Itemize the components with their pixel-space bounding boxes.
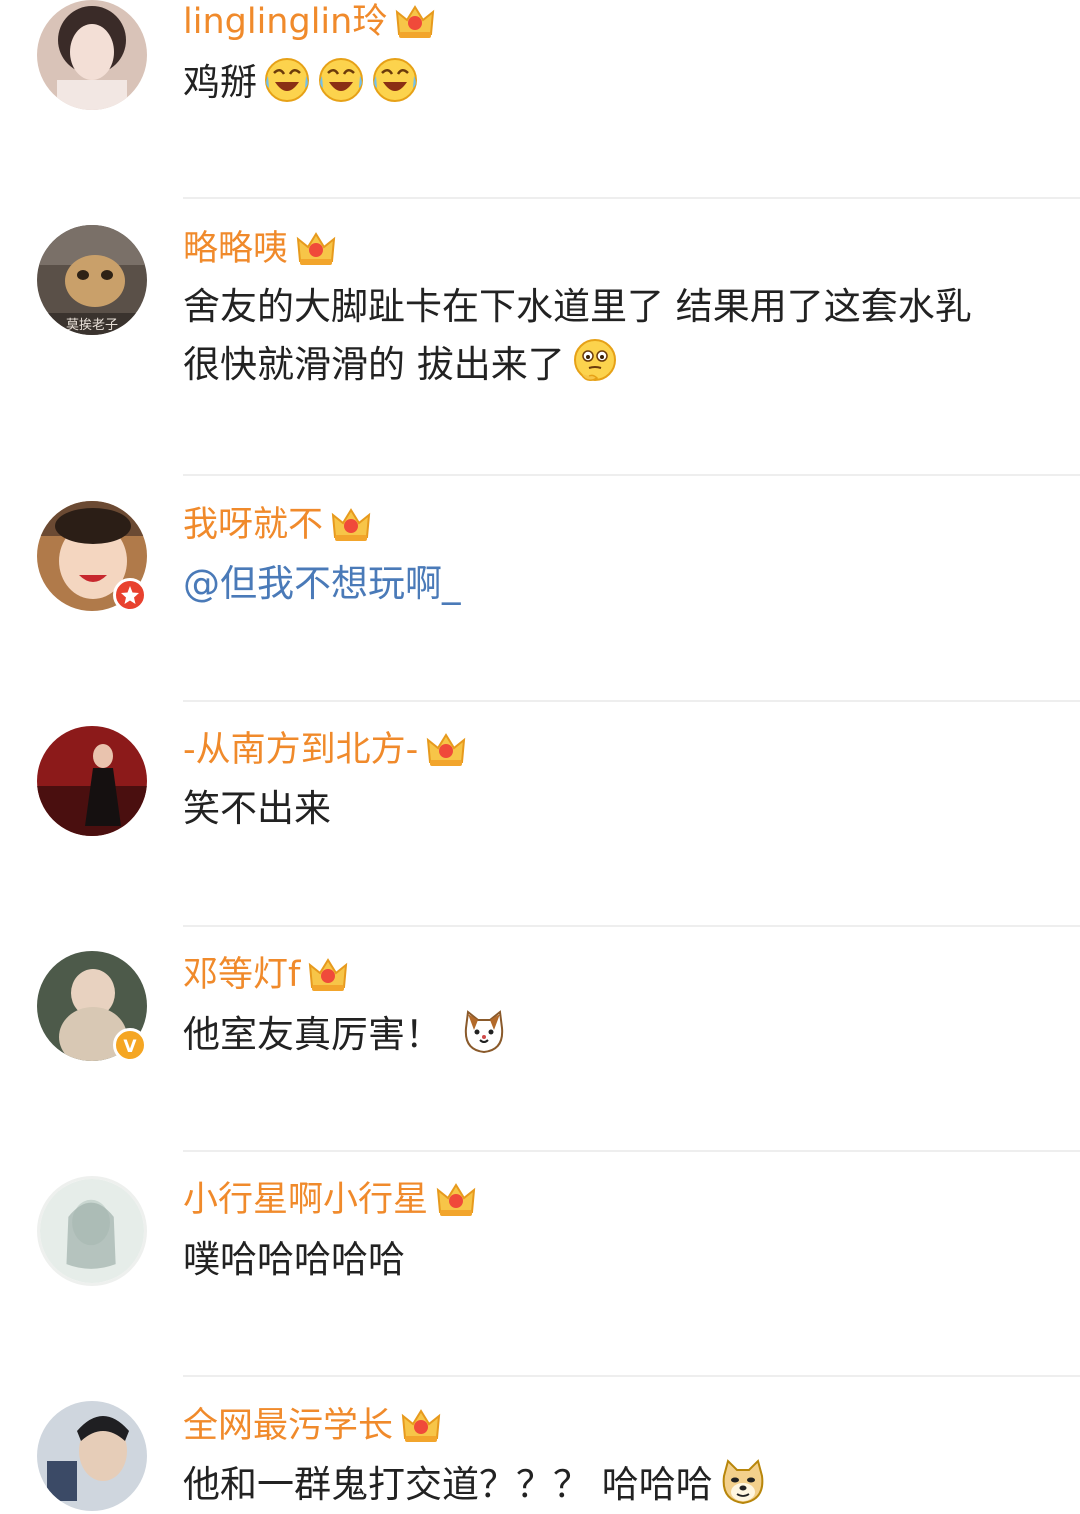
username[interactable]: 我呀就不 [183,503,371,547]
username-text[interactable]: linglinglin玲 [183,0,387,44]
comment-text-content: 他室友真厉害！ [183,1013,442,1056]
comment-text: 很快就滑滑的 拔出来了 [183,336,619,394]
comment-text: 鸡掰 [183,54,419,112]
comment-text: 笑不出来 [183,780,331,838]
divider [183,1150,1080,1152]
avatar-caption: 莫挨老子 [66,318,118,333]
vip-crown-icon [296,231,336,267]
comment-text: 他室友真厉害！ [183,1006,508,1064]
vip-crown-icon [395,4,435,40]
comment-text-content: 他和一群鬼打交道？？？ 哈哈哈 [183,1463,713,1506]
thinking-emoji-icon [571,338,619,386]
divider [183,700,1080,702]
username[interactable]: 邓等灯f [183,953,348,997]
comment-text-content: 鸡掰 [183,61,257,104]
vip-crown-icon [401,1408,441,1444]
avatar[interactable] [37,1401,147,1511]
verified-v-badge-icon: V [113,1028,147,1062]
username[interactable]: 小行星啊小行星 [183,1178,476,1222]
divider [183,925,1080,927]
username-text[interactable]: 略略咦 [183,227,288,271]
divider [183,1375,1080,1377]
laugh-cry-emoji-icon [263,56,311,104]
avatar[interactable]: 莫挨老子 [37,225,147,335]
vip-crown-icon [426,732,466,768]
comment-feed: linglinglin玲 鸡掰 莫挨老子 略略咦 舍友的大脚趾卡在下水道里了 结… [0,0,1080,1511]
username-text[interactable]: 我呀就不 [183,503,323,547]
avatar[interactable] [37,726,147,836]
username-text[interactable]: 小行星啊小行星 [183,1178,428,1222]
username[interactable]: -从南方到北方- [183,728,466,772]
username-text[interactable]: -从南方到北方- [183,728,418,772]
username-text[interactable]: 全网最污学长 [183,1404,393,1448]
divider [183,474,1080,476]
username-text[interactable]: 邓等灯f [183,953,300,997]
mention-link[interactable]: @但我不想玩啊_ [183,555,461,613]
username[interactable]: 全网最污学长 [183,1404,441,1448]
laugh-cry-emoji-icon [371,56,419,104]
laugh-cry-emoji-icon [317,56,365,104]
comment-text: 噗哈哈哈哈哈 [183,1231,405,1289]
verified-v-letter: V [123,1037,137,1057]
username[interactable]: 略略咦 [183,227,336,271]
avatar[interactable] [37,0,147,110]
vip-crown-icon [436,1182,476,1218]
divider [183,197,1080,199]
comment-text: 舍友的大脚趾卡在下水道里了 结果用了这套水乳 [183,278,972,336]
cat-emoji-icon [460,1008,508,1056]
avatar[interactable] [37,1176,147,1286]
doge-emoji-icon [719,1458,767,1506]
username[interactable]: linglinglin玲 [183,0,435,44]
comment-text-content: 噗哈哈哈哈哈 [183,1238,405,1281]
comment-text-line: 很快就滑滑的 拔出来了 [183,343,565,386]
weibo-star-badge-icon [113,578,147,612]
comment-text: 他和一群鬼打交道？？？ 哈哈哈 [183,1456,767,1514]
comment-text-content: 笑不出来 [183,787,331,830]
mention-text[interactable]: @但我不想玩啊_ [183,562,461,605]
vip-crown-icon [308,957,348,993]
vip-crown-icon [331,507,371,543]
comment-text-line: 舍友的大脚趾卡在下水道里了 结果用了这套水乳 [183,285,972,328]
